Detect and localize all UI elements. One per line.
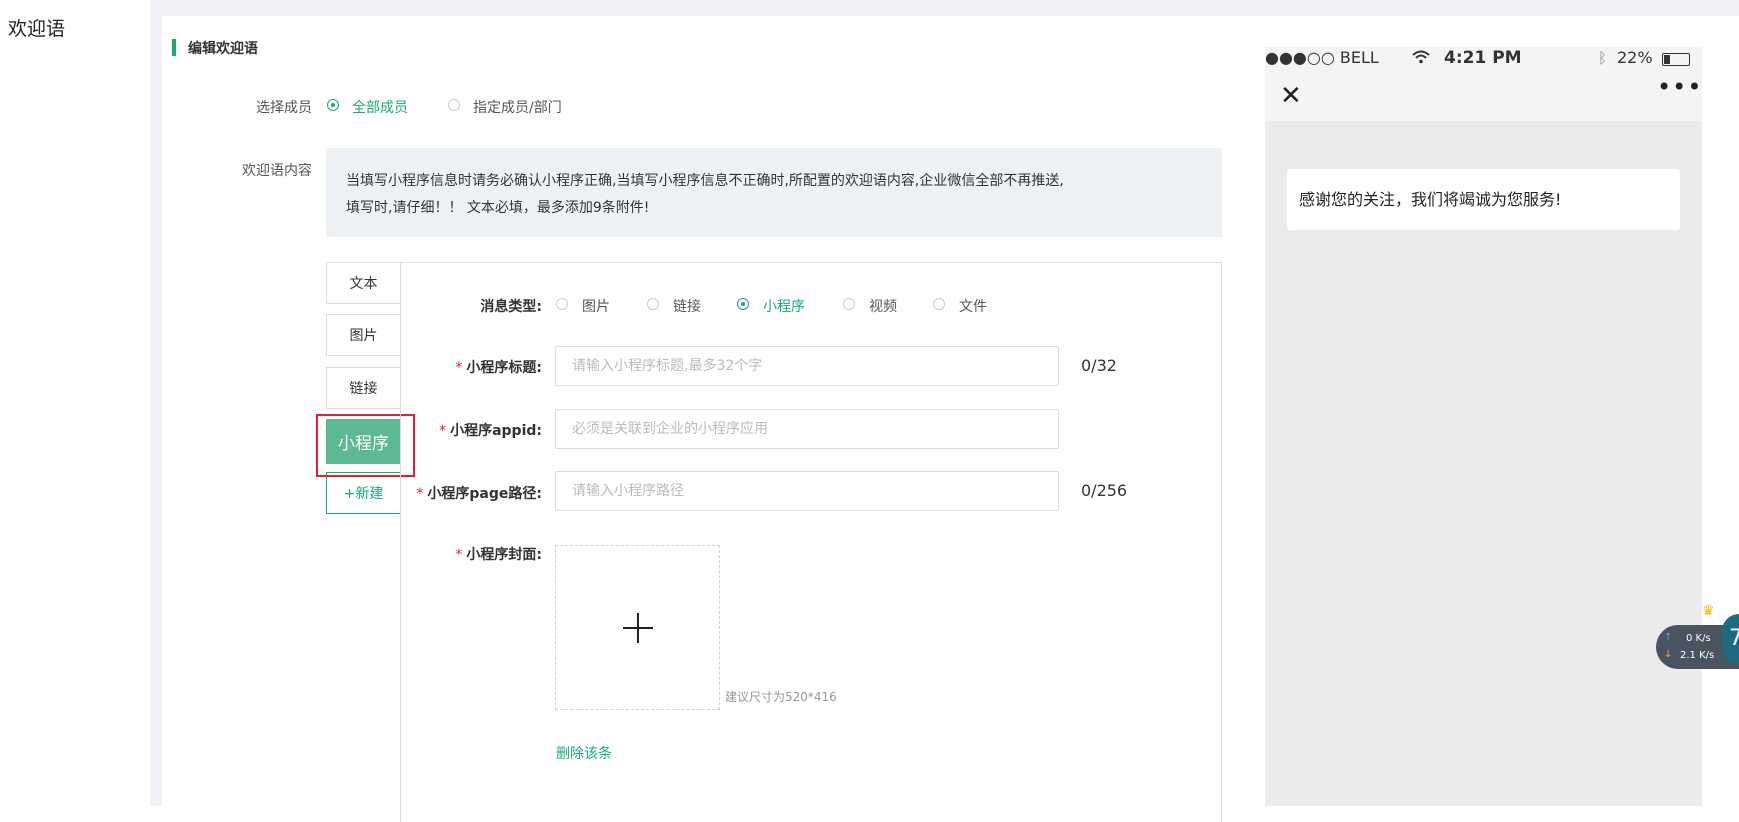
cover-size-hint: 建议尺寸为520*416 bbox=[725, 690, 837, 704]
field-label-text: 小程序标题: bbox=[466, 360, 542, 376]
download-arrow-icon: ↓ bbox=[1664, 649, 1673, 660]
battery-icon bbox=[1662, 53, 1690, 66]
miniprogram-page-input[interactable]: 请输入小程序路径 bbox=[555, 471, 1059, 511]
msg-type-label: 消息类型: bbox=[480, 299, 542, 315]
msg-type-video-label[interactable]: 视频 bbox=[869, 296, 897, 316]
vip-crown-icon: ♛ bbox=[1702, 603, 1715, 619]
delete-item-link[interactable]: 删除该条 bbox=[556, 743, 612, 763]
welcome-notice: 当填写小程序信息时请务必确认小程序正确,当填写小程序信息不正确时,所配置的欢迎语… bbox=[326, 148, 1222, 237]
phone-time: 4:21 PM bbox=[1444, 48, 1522, 68]
tab-image[interactable]: 图片 bbox=[326, 314, 400, 356]
msg-type-miniprogram-label[interactable]: 小程序 bbox=[763, 296, 805, 316]
field-label-text: 小程序appid: bbox=[450, 423, 542, 439]
battery-level bbox=[1664, 55, 1670, 64]
required-mark: * bbox=[455, 547, 463, 563]
phone-preview bbox=[1265, 47, 1702, 806]
radio-unselected-icon[interactable] bbox=[448, 99, 460, 111]
sidebar bbox=[0, 0, 150, 806]
page-char-counter: 0/256 bbox=[1081, 481, 1128, 500]
radio-unselected-icon[interactable] bbox=[933, 298, 945, 310]
radio-unselected-icon[interactable] bbox=[556, 298, 568, 310]
title-char-counter: 0/32 bbox=[1081, 356, 1117, 375]
miniprogram-appid-label: * 小程序appid: bbox=[400, 420, 542, 440]
close-icon[interactable]: ✕ bbox=[1280, 81, 1302, 111]
msg-type-link-label[interactable]: 链接 bbox=[673, 296, 701, 316]
miniprogram-page-label: * 小程序page路径: bbox=[400, 483, 542, 503]
carrier-label: ●●●○○ BELL bbox=[1265, 48, 1379, 67]
msg-type-image-label[interactable]: 图片 bbox=[582, 296, 610, 316]
widget-badge[interactable]: 7 bbox=[1722, 614, 1739, 664]
tab-link[interactable]: 链接 bbox=[326, 367, 400, 409]
msg-type-file-label[interactable]: 文件 bbox=[959, 296, 987, 316]
required-mark: * bbox=[455, 360, 463, 376]
members-label: 选择成员 bbox=[256, 100, 312, 116]
upload-arrow-icon: ↑ bbox=[1664, 632, 1673, 643]
radio-selected-icon[interactable] bbox=[327, 99, 339, 111]
msg-type-image[interactable] bbox=[556, 298, 568, 310]
required-mark: * bbox=[416, 486, 424, 502]
miniprogram-title-input[interactable]: 请输入小程序标题,最多32个字 bbox=[555, 346, 1059, 386]
field-label-text: 小程序封面: bbox=[466, 547, 542, 563]
msg-type-miniprogram[interactable] bbox=[737, 298, 749, 310]
msg-type-file[interactable] bbox=[933, 298, 945, 310]
radio-all-members-label[interactable]: 全部成员 bbox=[352, 97, 408, 117]
required-mark: * bbox=[439, 423, 447, 439]
radio-specified-members[interactable] bbox=[448, 99, 460, 111]
tab-add-new[interactable]: +新建 bbox=[326, 472, 400, 514]
radio-specified-members-label[interactable]: 指定成员/部门 bbox=[473, 97, 562, 117]
download-speed: 2.1 K/s bbox=[1680, 650, 1715, 661]
upload-speed: 0 K/s bbox=[1686, 633, 1711, 644]
phone-nav-bar: ✕ ••• bbox=[1265, 73, 1702, 121]
radio-unselected-icon[interactable] bbox=[843, 298, 855, 310]
msg-type-video[interactable] bbox=[843, 298, 855, 310]
notice-line-1: 当填写小程序信息时请务必确认小程序正确,当填写小程序信息不正确时,所配置的欢迎语… bbox=[346, 173, 1064, 189]
miniprogram-appid-input[interactable]: 必须是关联到企业的小程序应用 bbox=[555, 409, 1059, 449]
radio-unselected-icon[interactable] bbox=[647, 298, 659, 310]
section-title-bar bbox=[172, 39, 176, 56]
welcome-message-preview: 感谢您的关注，我们将竭诚为您服务! bbox=[1287, 169, 1680, 230]
bluetooth-icon: ᛒ bbox=[1598, 49, 1608, 67]
radio-all-members[interactable] bbox=[327, 99, 339, 111]
tab-text[interactable]: 文本 bbox=[326, 262, 400, 304]
notice-line-2: 填写时,请仔细！！ 文本必填，最多添加9条附件! bbox=[346, 200, 650, 216]
phone-status-bar: ●●●○○ BELL 4:21 PM ᛒ 22% bbox=[1265, 47, 1702, 73]
miniprogram-cover-label: * 小程序封面: bbox=[400, 544, 542, 564]
section-title: 编辑欢迎语 bbox=[188, 41, 258, 57]
field-label-text: 小程序page路径: bbox=[427, 486, 542, 502]
more-icon[interactable]: ••• bbox=[1657, 73, 1702, 101]
battery-percent: 22% bbox=[1617, 48, 1653, 67]
plus-icon-vertical[interactable] bbox=[637, 613, 639, 643]
msg-type-link[interactable] bbox=[647, 298, 659, 310]
welcome-content-label: 欢迎语内容 bbox=[242, 163, 312, 179]
miniprogram-title-label: * 小程序标题: bbox=[400, 357, 542, 377]
radio-selected-icon[interactable] bbox=[737, 298, 749, 310]
wifi-icon bbox=[1412, 49, 1430, 69]
sidebar-title[interactable]: 欢迎语 bbox=[8, 14, 65, 41]
